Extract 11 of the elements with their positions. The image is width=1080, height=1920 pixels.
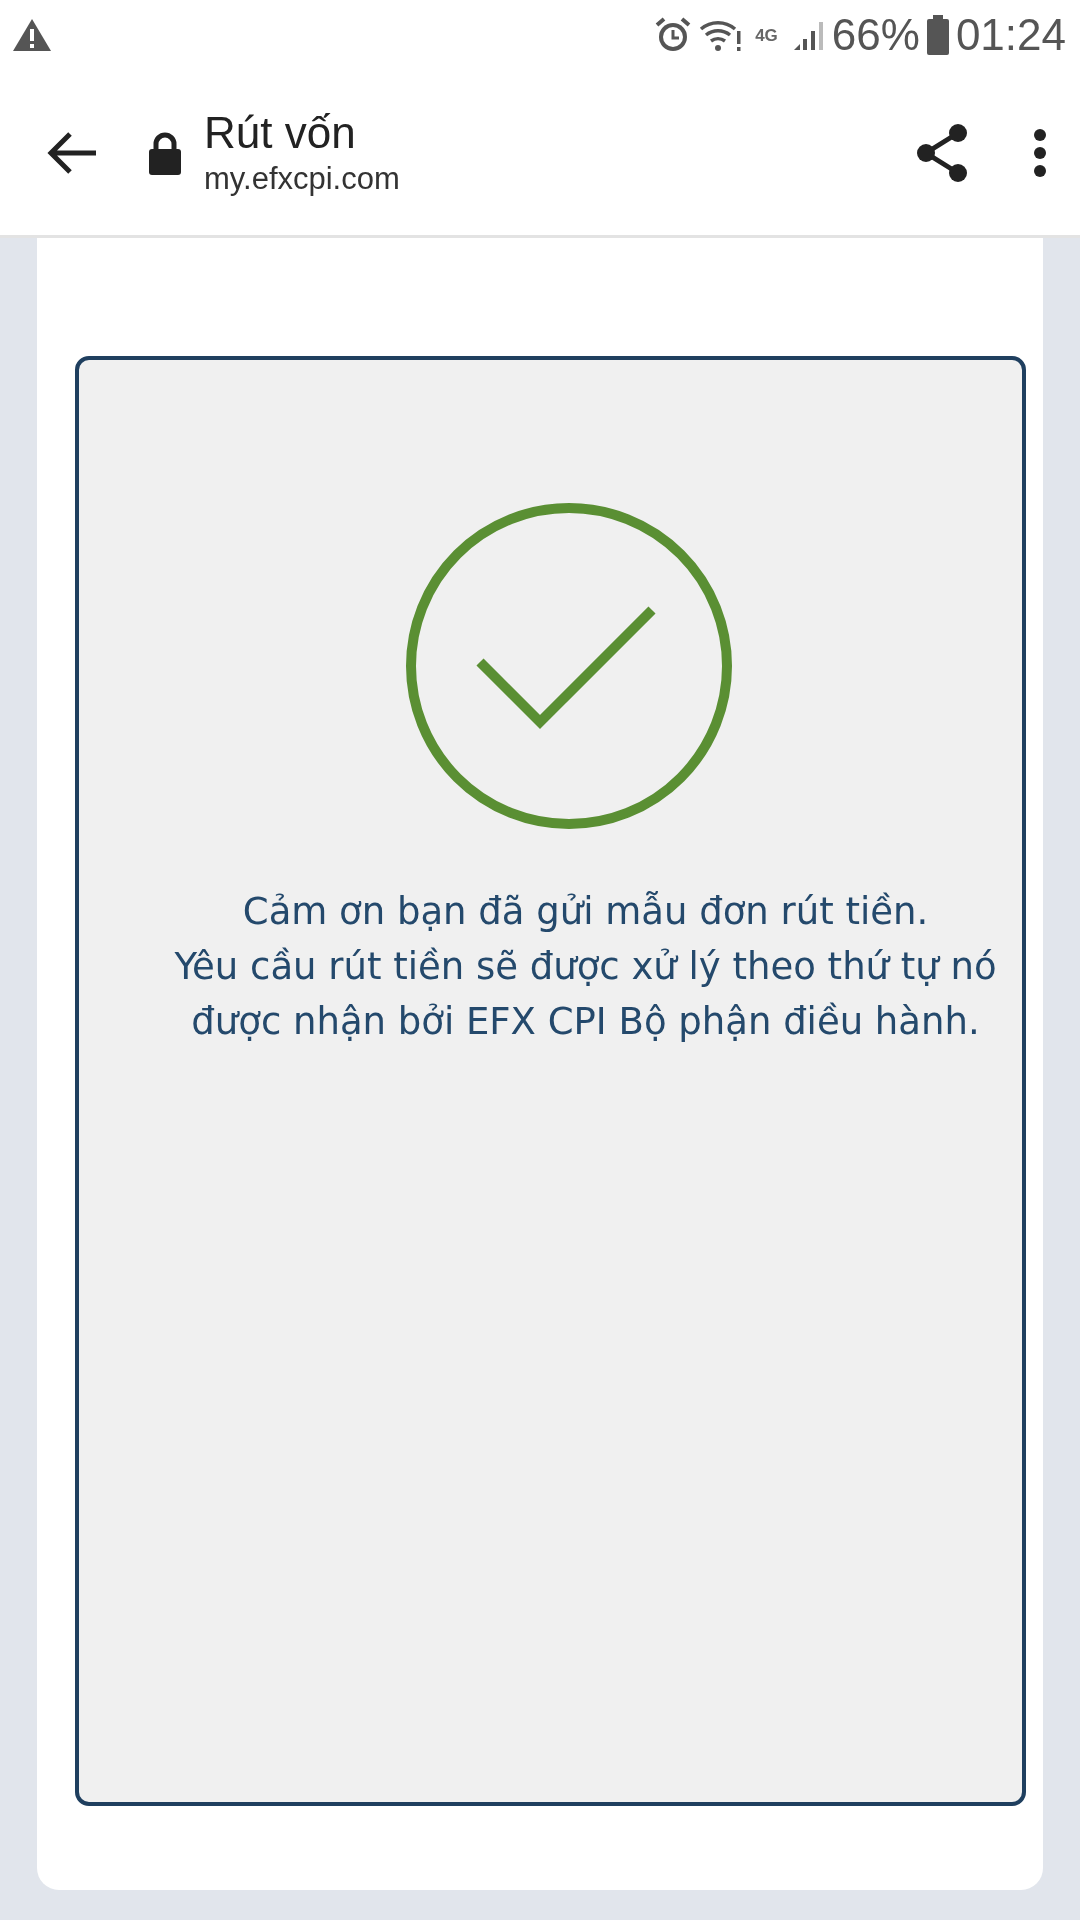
success-message: Yêu cầu rút tiền sẽ được xử lý theo thứ tự nó được nhận bởi EFX CPI Bộ phận điều hành. xyxy=(173,944,998,1045)
clock-time: 01:24 xyxy=(955,10,1066,60)
battery-icon xyxy=(925,15,950,55)
page-title: Rút vốn xyxy=(204,106,357,159)
network-type-label: 4G xyxy=(755,26,778,44)
battery-percentage: 66% xyxy=(831,10,920,60)
warning-icon xyxy=(12,18,52,52)
page-url: my.efxcpi.com xyxy=(204,159,401,198)
check-circle-icon xyxy=(404,502,733,830)
success-message: Cảm ơn bạn đã gửi mẫu đơn rút tiền. xyxy=(241,889,930,935)
lock-icon xyxy=(148,130,182,175)
